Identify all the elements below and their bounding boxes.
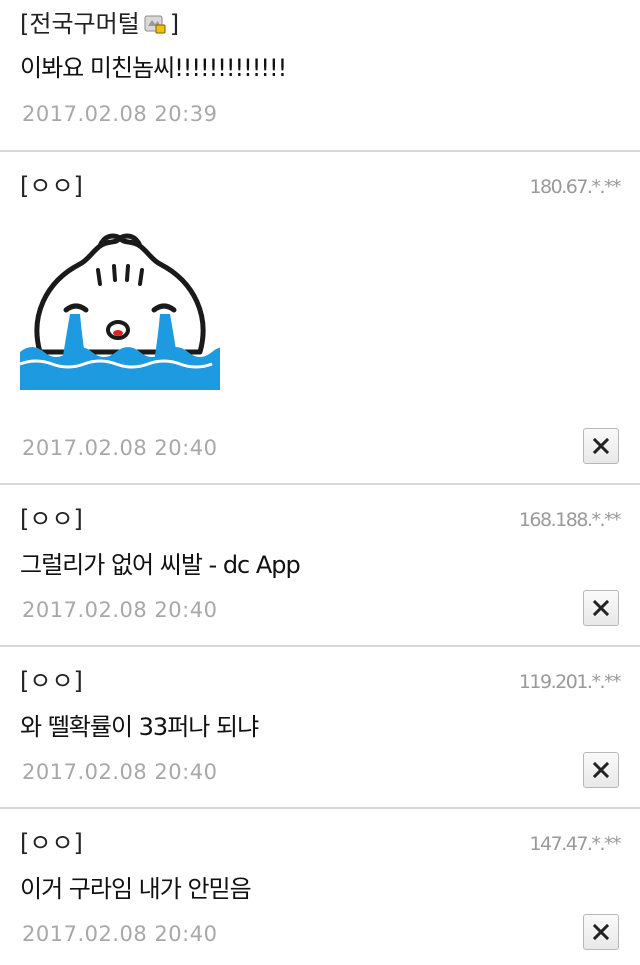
- gallog-icon[interactable]: [144, 12, 166, 34]
- comment-author[interactable]: [ㅇㅇ]: [20, 499, 83, 534]
- comment-date: 2017.02.08 20:40: [22, 760, 218, 784]
- comment-ip: 119.201.*.**: [518, 671, 622, 693]
- comment-date: 2017.02.08 20:40: [22, 598, 218, 622]
- close-icon: [593, 924, 609, 940]
- author-bracket: ]: [169, 10, 180, 38]
- close-icon: [593, 438, 609, 454]
- author-name: [전국구머털: [20, 10, 140, 38]
- comment-ip: 147.47.*.**: [529, 833, 621, 855]
- close-icon: [593, 762, 609, 778]
- comment-item: [ㅇㅇ] 168.188.*.** 그럴리가 없어 씨발 - dc App 20…: [0, 485, 640, 647]
- delete-button[interactable]: [583, 914, 619, 950]
- comment-ip: 180.67.*.**: [529, 176, 621, 198]
- comment-author[interactable]: [ㅇㅇ]: [20, 823, 83, 858]
- delete-button[interactable]: [583, 428, 619, 464]
- comment-date: 2017.02.08 20:40: [22, 922, 218, 946]
- delete-button[interactable]: [583, 590, 619, 626]
- comment-author[interactable]: [ㅇㅇ]: [20, 661, 83, 696]
- close-icon: [593, 600, 609, 616]
- comment-text: 이거 구라임 내가 안믿음: [20, 875, 252, 903]
- comment-item: [ㅇㅇ] 180.67.*.** 2017.02.08 20:40: [0, 152, 640, 485]
- comment-author[interactable]: [전국구머털 ]: [20, 4, 179, 39]
- comment-item: [전국구머털 ] 이봐요 미친놈씨!!!!!!!!!!!!! 2017.02.0…: [0, 0, 640, 152]
- delete-button[interactable]: [583, 752, 619, 788]
- comment-text: 와 뗄확률이 33퍼나 되냐: [20, 713, 259, 741]
- comment-text: 그럴리가 없어 씨발 - dc App: [20, 551, 301, 579]
- comment-item: [ㅇㅇ] 119.201.*.** 와 뗄확률이 33퍼나 되냐 2017.02…: [0, 647, 640, 809]
- comment-date: 2017.02.08 20:39: [22, 102, 218, 126]
- comment-text: 이봐요 미친놈씨!!!!!!!!!!!!!: [20, 54, 287, 82]
- comment-item: [ㅇㅇ] 147.47.*.** 이거 구라임 내가 안믿음 2017.02.0…: [0, 809, 640, 965]
- comment-author[interactable]: [ㅇㅇ]: [20, 166, 83, 201]
- comment-ip: 168.188.*.**: [518, 509, 622, 531]
- comment-date: 2017.02.08 20:40: [22, 436, 218, 460]
- crying-dumpling-sticker: [19, 222, 236, 390]
